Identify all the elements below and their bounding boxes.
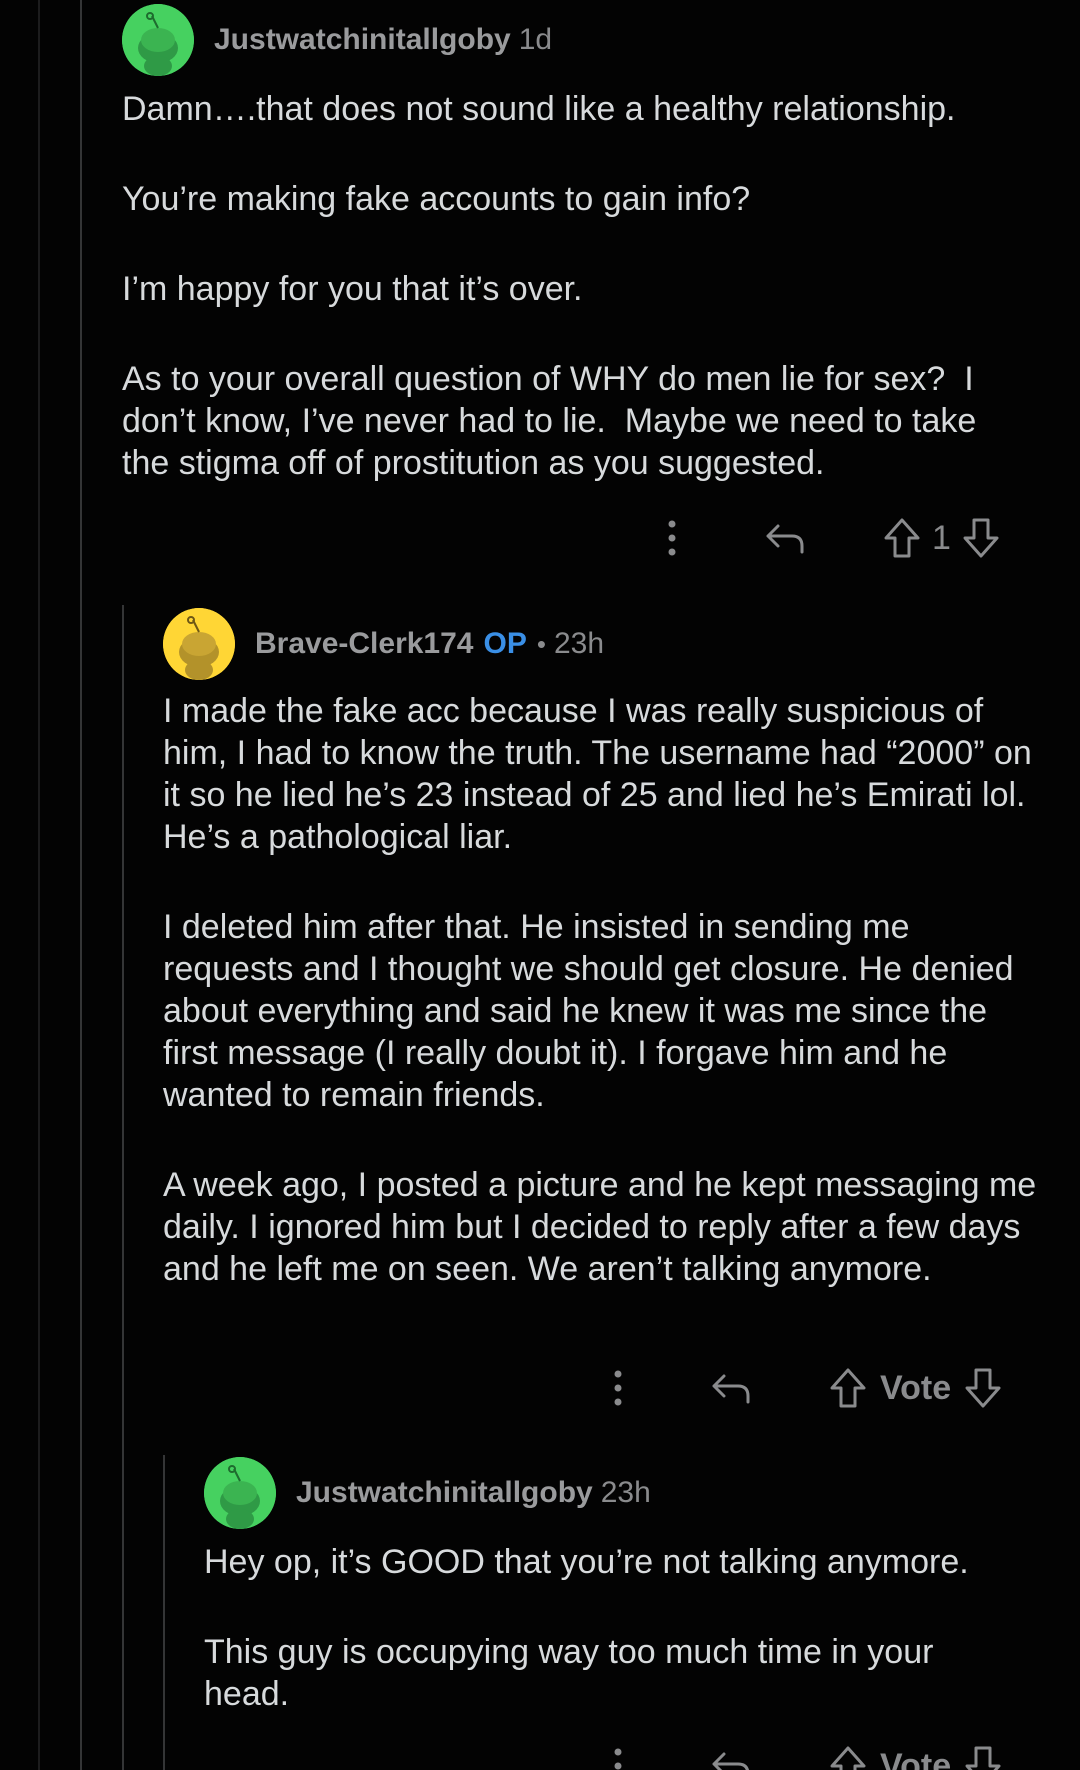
reply-icon [712,1752,750,1770]
timestamp: 23h [553,627,605,660]
snoo-avatar-icon [163,608,235,680]
more-vertical-icon [614,1370,622,1406]
timestamp: 23h [600,1476,651,1509]
comment-paragraph: Hey op, it’s GOOD that you’re not talkin… [204,1543,969,1581]
comment-thread: Justwatchinitallgoby 1d Damn….that does … [0,0,1080,1770]
username[interactable]: Justwatchinitallgoby [296,1476,593,1510]
reply-button[interactable] [706,1748,756,1770]
comment-paragraph: I’m happy for you that it’s over. [122,270,583,308]
comment-paragraph: I deleted him after that. He insisted in… [163,908,1024,1114]
reply-icon [766,524,804,554]
upvote-button[interactable] [828,1366,868,1410]
comment-paragraph: This guy is occupying way too much time … [204,1633,943,1713]
avatar[interactable] [163,608,235,680]
more-vertical-icon [614,1748,622,1770]
comment: Justwatchinitallgoby 1d Damn….that does … [122,4,1022,484]
comment-body: Damn….that does not sound like a healthy… [122,88,1022,484]
comment-paragraph: You’re making fake accounts to gain info… [122,180,751,218]
comment-paragraph: As to your overall question of WHY do me… [122,360,986,482]
comment-paragraph: Damn….that does not sound like a healthy… [122,90,956,128]
timestamp: 1d [518,23,553,56]
comment-body: Hey op, it’s GOOD that you’re not talkin… [204,1541,1024,1715]
avatar[interactable] [122,4,194,76]
upvote-arrow-icon [830,1746,866,1770]
downvote-arrow-icon [963,518,999,558]
upvote-arrow-icon [884,518,920,558]
comment: Justwatchinitallgoby 23h Hey op, it’s GO… [204,1457,1064,1715]
comment: Brave-Clerk174 OP • 23h I made the fake … [163,608,1063,1290]
comment-body: I made the fake acc because I was really… [163,690,1043,1290]
vote-label: Vote [880,1746,952,1770]
username[interactable]: Justwatchinitallgoby [214,23,511,57]
comment-paragraph: A week ago, I posted a picture and he ke… [163,1166,1046,1288]
comment-header: Justwatchinitallgoby 1d [122,4,1022,76]
reply-icon [712,1374,750,1404]
upvote-button[interactable] [882,516,922,560]
upvote-button[interactable] [828,1744,868,1770]
username[interactable]: Brave-Clerk174 [255,627,473,661]
downvote-button[interactable] [963,1366,1003,1410]
more-options-button[interactable] [596,1746,640,1770]
thread-line[interactable] [38,0,40,1770]
downvote-button[interactable] [961,516,1001,560]
more-options-button[interactable] [650,518,694,558]
comment-header: Justwatchinitallgoby 23h [204,1457,1064,1529]
more-vertical-icon [668,520,676,556]
reply-button[interactable] [760,520,810,556]
comment-header: Brave-Clerk174 OP • 23h [163,608,1063,680]
comment-actions: Vote [596,1738,1003,1770]
avatar[interactable] [204,1457,276,1529]
comment-paragraph: I made the fake acc because I was really… [163,692,1042,856]
vote-count: 1 [932,518,951,557]
op-badge: OP [483,627,527,660]
thread-line[interactable] [122,605,124,1770]
thread-line[interactable] [80,0,82,1770]
downvote-arrow-icon [965,1746,1001,1770]
comment-actions: 1 [650,510,1001,566]
downvote-arrow-icon [965,1368,1001,1408]
thread-line[interactable] [163,1455,165,1770]
comment-actions: Vote [596,1360,1003,1416]
separator: • [536,628,546,659]
snoo-avatar-icon [204,1457,276,1529]
reply-button[interactable] [706,1370,756,1406]
more-options-button[interactable] [596,1368,640,1408]
vote-label: Vote [880,1368,952,1407]
upvote-arrow-icon [830,1368,866,1408]
snoo-avatar-icon [122,4,194,76]
downvote-button[interactable] [963,1744,1003,1770]
